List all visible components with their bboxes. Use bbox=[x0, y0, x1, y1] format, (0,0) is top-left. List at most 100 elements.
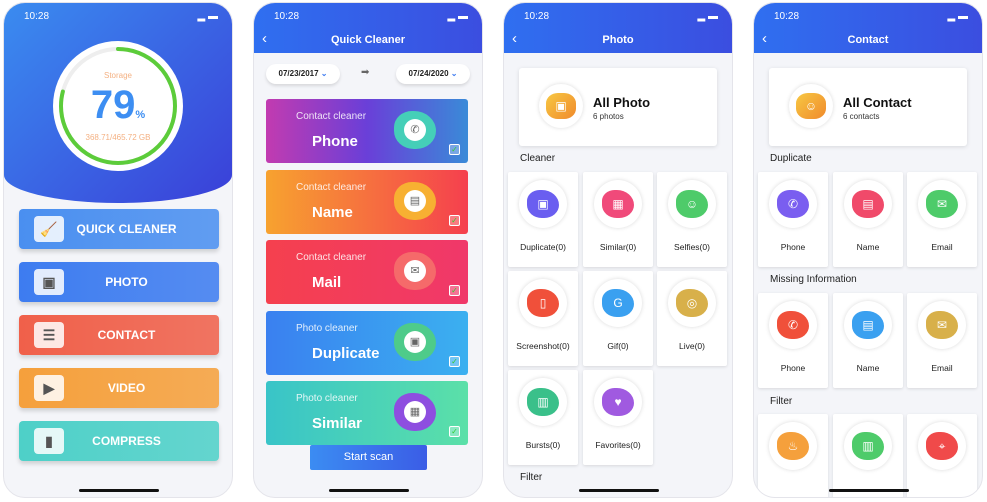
all-contact-card[interactable]: ☺ All Contact 6 contacts bbox=[769, 68, 967, 146]
cleaner-card-mail[interactable]: Contact cleaner Mail ✉ ✓ bbox=[266, 240, 468, 304]
cleaner-card-duplicate[interactable]: Photo cleaner Duplicate ▣ ✓ bbox=[266, 310, 468, 375]
menu-label: PHOTO bbox=[105, 275, 148, 289]
card-title: Similar bbox=[312, 415, 363, 432]
tile-email[interactable]: ✉ Email bbox=[907, 293, 977, 388]
tile-label: Bursts(0) bbox=[525, 440, 561, 450]
arrow-right-icon: ➡ bbox=[361, 67, 370, 78]
tile-label: Gif(0) bbox=[607, 341, 629, 351]
section-filter: Filter bbox=[770, 396, 793, 407]
tile-bursts[interactable]: ▥ Bursts(0) bbox=[508, 370, 578, 465]
card-title: Phone bbox=[312, 133, 358, 150]
menu-photo-button[interactable]: ▣ PHOTO bbox=[19, 262, 219, 302]
id-card-icon: ▤ bbox=[852, 311, 884, 339]
cleaner-card-similar[interactable]: Photo cleaner Similar ▦ ✓ bbox=[266, 381, 468, 445]
section-filter: Filter bbox=[520, 472, 543, 483]
tile-selfies[interactable]: ☺ Selfies(0) bbox=[657, 172, 727, 267]
status-bar: 10:28 ▂ ▬ bbox=[274, 11, 468, 22]
heart-icon: ♥ bbox=[602, 388, 634, 416]
status-time: 10:28 bbox=[274, 11, 300, 22]
menu-label: QUICK CLEANER bbox=[76, 222, 177, 236]
checkbox[interactable]: ✓ bbox=[449, 285, 460, 296]
home-indicator bbox=[829, 489, 909, 492]
menu-quick-cleaner-button[interactable]: 🧹 QUICK CLEANER bbox=[19, 209, 219, 249]
menu-contact-button[interactable]: ☰ CONTACT bbox=[19, 315, 219, 355]
cleaner-card-name[interactable]: Contact cleaner Name ▤ ✓ bbox=[266, 169, 468, 234]
tile-favorites[interactable]: ♥ Favorites(0) bbox=[583, 370, 653, 465]
image-icon: ▣ bbox=[546, 93, 576, 119]
checkbox[interactable]: ✓ bbox=[449, 355, 460, 367]
wifi-battery-icon: ▂ ▬ bbox=[947, 11, 968, 22]
similar-icon: ▦ bbox=[602, 190, 634, 218]
wifi-battery-icon: ▂ ▬ bbox=[697, 11, 718, 22]
storage-gauge: Storage 79% 368.71/465.72 GB bbox=[53, 41, 183, 171]
tile-label: Similar(0) bbox=[599, 242, 637, 252]
card-subtitle: Photo cleaner bbox=[296, 393, 358, 404]
tile-location-pin-icon[interactable]: ⌖ bbox=[907, 414, 977, 497]
building-icon: ▥ bbox=[852, 432, 884, 460]
photo-screen: ‹ Photo 10:28 ▂ ▬ ▣ All Photo 6 photos Clean… bbox=[503, 2, 733, 498]
cleaner-card-phone[interactable]: Contact cleaner Phone ✆ ✓ bbox=[266, 99, 468, 163]
all-photo-card[interactable]: ▣ All Photo 6 photos bbox=[519, 68, 717, 146]
mail-icon: ✉ bbox=[926, 190, 958, 218]
tile-label: Phone bbox=[780, 363, 806, 373]
live-icon: ◎ bbox=[676, 289, 708, 317]
checkbox[interactable]: ✓ bbox=[449, 426, 460, 437]
contact-card-icon: ☺ bbox=[796, 93, 826, 119]
section-duplicate: Duplicate bbox=[770, 153, 812, 164]
home-screen: 10:28 ▂ ▬ Storage 79% 368.71/465.72 GB 🧹 Q… bbox=[3, 2, 233, 498]
location-pin-icon: ⌖ bbox=[926, 432, 958, 460]
card-subtitle: Contact cleaner bbox=[296, 181, 367, 193]
menu-label: VIDEO bbox=[107, 381, 146, 395]
birthday-cake-icon: ♨ bbox=[777, 432, 809, 460]
tile-label: Name bbox=[856, 363, 880, 373]
tile-name[interactable]: ▤ Name bbox=[833, 172, 903, 267]
checkbox[interactable]: ✓ bbox=[449, 144, 460, 155]
tile-live[interactable]: ◎ Live(0) bbox=[657, 271, 727, 366]
screen-title: Photo bbox=[602, 34, 634, 46]
card-title: Name bbox=[312, 203, 353, 221]
storage-percent: 79% bbox=[90, 83, 146, 127]
card-subtitle: Photo cleaner bbox=[296, 322, 358, 334]
mail-icon: ✉ bbox=[404, 260, 426, 282]
video-camera-icon: ▶ bbox=[34, 375, 64, 401]
similar-photos-icon: ▦ bbox=[404, 401, 426, 423]
tile-duplicate[interactable]: ▣ Duplicate(0) bbox=[508, 172, 578, 267]
menu-label: CONTACT bbox=[97, 328, 156, 342]
date-to-dropdown[interactable]: 07/24/2020 ⌄ bbox=[396, 64, 470, 84]
duplicate-icon: ▣ bbox=[527, 190, 559, 218]
tile-phone[interactable]: ✆ Phone bbox=[758, 293, 828, 388]
tile-similar[interactable]: ▦ Similar(0) bbox=[583, 172, 653, 267]
phone-icon: ✆ bbox=[404, 119, 426, 141]
bursts-icon: ▥ bbox=[527, 388, 559, 416]
tile-phone[interactable]: ✆ Phone bbox=[758, 172, 828, 267]
date-from-dropdown[interactable]: 07/23/2017 ⌄ bbox=[266, 64, 340, 84]
zip-icon: ▮ bbox=[34, 428, 64, 454]
start-scan-button[interactable]: Start scan bbox=[310, 445, 427, 470]
tile-building-icon[interactable]: ▥ bbox=[833, 414, 903, 497]
checkbox[interactable]: ✓ bbox=[449, 214, 460, 226]
screen-title: Contact bbox=[847, 34, 889, 46]
tile-label: Phone bbox=[780, 242, 806, 252]
chevron-down-icon: ⌄ bbox=[320, 69, 328, 78]
tile-label: Email bbox=[931, 242, 953, 252]
card-subtitle: Contact cleaner bbox=[296, 252, 367, 263]
tile-gif[interactable]: G Gif(0) bbox=[583, 271, 653, 366]
menu-compress-button[interactable]: ▮ COMPRESS bbox=[19, 421, 219, 461]
tile-screenshot[interactable]: ▯ Screenshot(0) bbox=[508, 271, 578, 366]
tile-label: Favorites(0) bbox=[595, 440, 641, 450]
tile-label: Screenshot(0) bbox=[516, 341, 570, 351]
selfie-icon: ☺ bbox=[676, 190, 708, 218]
status-bar: 10:28 ▂ ▬ bbox=[524, 11, 718, 22]
tile-label: Email bbox=[931, 363, 953, 373]
tile-name[interactable]: ▤ Name bbox=[833, 293, 903, 388]
screen-title: Quick Cleaner bbox=[331, 34, 405, 46]
tile-birthday-cake-icon[interactable]: ♨ bbox=[758, 414, 828, 497]
menu-video-button[interactable]: ▶ VIDEO bbox=[19, 368, 219, 408]
card-title: Duplicate bbox=[312, 344, 380, 362]
tile-label: Live(0) bbox=[679, 341, 705, 351]
id-card-icon: ▤ bbox=[852, 190, 884, 218]
tile-email[interactable]: ✉ Email bbox=[907, 172, 977, 267]
tile-label: Duplicate(0) bbox=[520, 242, 566, 252]
storage-label: Storage bbox=[103, 71, 133, 80]
status-time: 10:28 bbox=[24, 11, 50, 22]
